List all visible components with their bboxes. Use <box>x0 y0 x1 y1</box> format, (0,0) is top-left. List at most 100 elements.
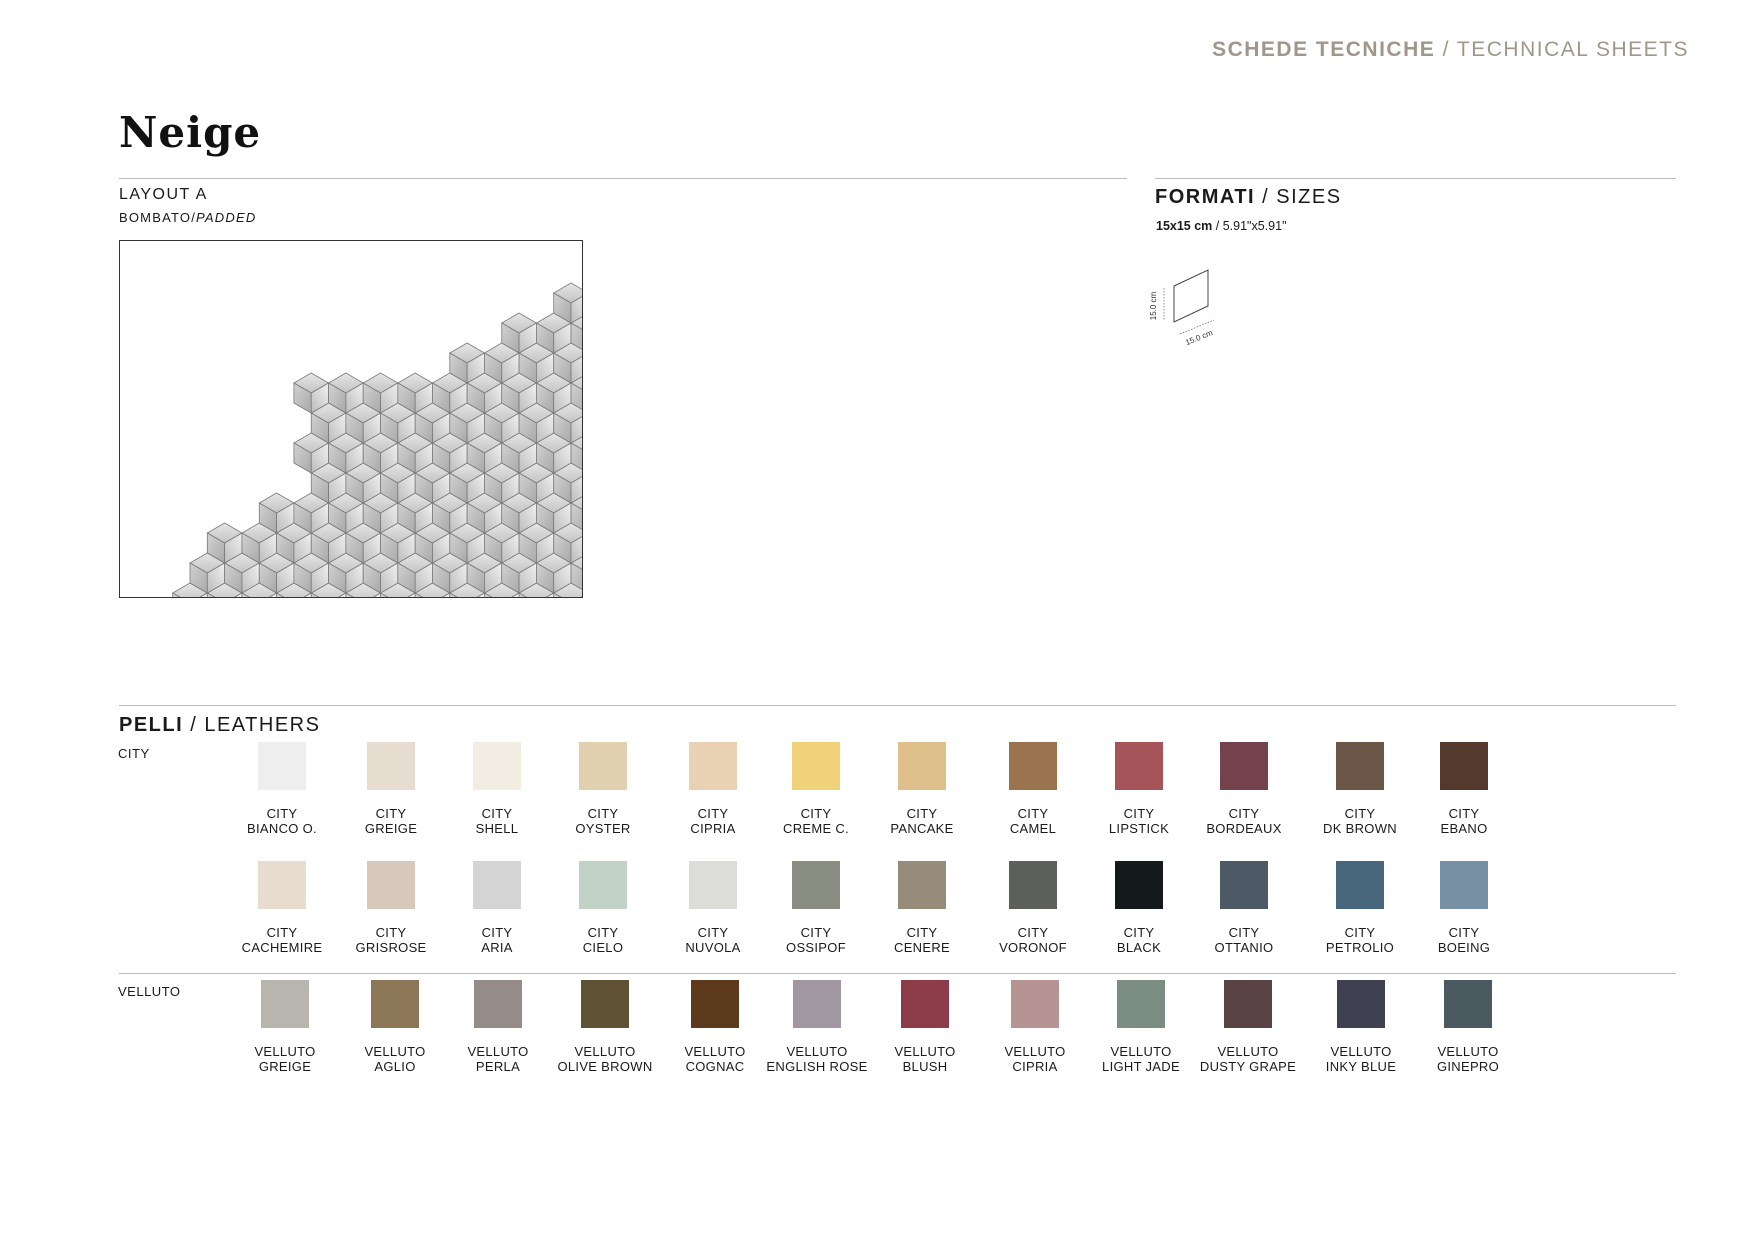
swatch-name-line2: GREIGE <box>258 1059 312 1074</box>
swatch-color-chip <box>792 742 840 790</box>
swatch-name-line2: GREIGE <box>364 821 418 836</box>
swatch-color-chip <box>258 742 306 790</box>
swatch-color-chip <box>691 980 739 1028</box>
swatch-name-line2: ARIA <box>481 940 513 955</box>
swatch-name-line2: BORDEAUX <box>1206 821 1282 836</box>
swatch-name-line2: OLIVE BROWN <box>557 1059 653 1074</box>
swatch-color-chip <box>1009 861 1057 909</box>
dimension-height-label: 15.0 cm <box>1150 291 1158 320</box>
leather-swatch: VELLUTO GINEPRO <box>1403 980 1533 1090</box>
swatch-name-line2: SHELL <box>475 821 519 836</box>
swatch-name-line2: BLACK <box>1116 940 1162 955</box>
swatch-name-line1: CITY <box>1228 925 1260 940</box>
swatch-color-chip <box>1115 861 1163 909</box>
swatch-name-line1: CITY <box>375 806 407 821</box>
swatch-name-line2: CIPRIA <box>690 821 736 836</box>
swatch-name-line1: CITY <box>800 806 832 821</box>
swatch-name: VELLUTO GINEPRO <box>1403 1044 1533 1074</box>
leather-swatch: CITY BOEING <box>1399 861 1529 971</box>
swatch-name-line2: CACHEMIRE <box>241 940 323 955</box>
sizes-title: FORMATI / SIZES <box>1155 186 1342 209</box>
swatch-name-line1: CITY <box>1228 806 1260 821</box>
layout-subtitle: BOMBATO/PADDED <box>119 210 256 225</box>
swatch-color-chip <box>1115 742 1163 790</box>
layout-divider <box>119 178 1127 179</box>
swatch-name-line1: VELLUTO <box>467 1044 529 1059</box>
swatch-name-line2: ENGLISH ROSE <box>766 1059 868 1074</box>
swatch-name-line2: PERLA <box>475 1059 521 1074</box>
swatch-color-chip <box>367 742 415 790</box>
swatch-name-line2: LIPSTICK <box>1108 821 1170 836</box>
swatch-name-line2: CAMEL <box>1009 821 1057 836</box>
tile-outline <box>1173 269 1209 323</box>
swatch-color-chip <box>579 861 627 909</box>
swatch-name-line1: CITY <box>906 925 938 940</box>
leather-swatch: CITY BORDEAUX <box>1179 742 1309 852</box>
swatch-name-line1: CITY <box>1448 925 1480 940</box>
swatch-name-line1: VELLUTO <box>1437 1044 1499 1059</box>
swatch-name-line2: CENERE <box>894 940 950 955</box>
swatch-name-line2: CIELO <box>582 940 624 955</box>
swatch-name-line1: CITY <box>481 806 513 821</box>
swatch-name-line1: VELLUTO <box>1110 1044 1172 1059</box>
swatch-name-line2: VORONOF <box>999 940 1067 955</box>
swatch-color-chip <box>1220 742 1268 790</box>
swatch-name-line1: CITY <box>1344 806 1376 821</box>
tile-size-diagram: 15.0 cm 15.0 cm <box>1150 269 1214 347</box>
swatch-name-line2: GINEPRO <box>1436 1059 1500 1074</box>
swatch-name-line1: CITY <box>1344 925 1376 940</box>
swatch-name-line1: VELLUTO <box>1330 1044 1392 1059</box>
swatch-name-line1: CITY <box>375 925 407 940</box>
swatch-name-line2: DUSTY GRAPE <box>1199 1059 1297 1074</box>
swatch-name-line2: AGLIO <box>374 1059 416 1074</box>
padded-tile-pattern <box>171 282 582 597</box>
leather-swatch: VELLUTO DUSTY GRAPE <box>1183 980 1313 1090</box>
sizes-divider <box>1155 178 1676 179</box>
swatch-name-line1: VELLUTO <box>1217 1044 1279 1059</box>
swatch-name-line1: CITY <box>1123 925 1155 940</box>
size-spec: 15x15 cm / 5.91"x5.91" <box>1156 219 1287 233</box>
swatch-name-line1: VELLUTO <box>894 1044 956 1059</box>
sizes-title-rest: / SIZES <box>1255 186 1342 208</box>
swatch-name-line2: OSSIPOF <box>786 940 846 955</box>
swatch-name-line1: VELLUTO <box>364 1044 426 1059</box>
swatch-name-line2: BOEING <box>1437 940 1491 955</box>
layout-subtitle-strong: BOMBATO/ <box>119 210 197 225</box>
swatch-name-line1: VELLUTO <box>684 1044 746 1059</box>
swatch-color-chip <box>367 861 415 909</box>
swatch-name-line1: CITY <box>266 925 298 940</box>
swatch-name-line2: EBANO <box>1440 821 1488 836</box>
leathers-divider <box>119 705 1676 706</box>
swatch-color-chip <box>1117 980 1165 1028</box>
swatch-name-line1: CITY <box>587 925 619 940</box>
swatch-color-chip <box>901 980 949 1028</box>
swatch-color-chip <box>689 742 737 790</box>
swatch-name-line2: BIANCO O. <box>247 821 317 836</box>
layout-preview <box>119 240 583 598</box>
swatch-color-chip <box>689 861 737 909</box>
swatch-color-chip <box>1440 861 1488 909</box>
swatch-color-chip <box>579 742 627 790</box>
swatch-color-chip <box>581 980 629 1028</box>
swatch-name-line2: COGNAC <box>685 1059 745 1074</box>
swatch-name-line1: CITY <box>1017 925 1049 940</box>
swatch-name-line1: VELLUTO <box>254 1044 316 1059</box>
leather-swatch: CITY EBANO <box>1399 742 1529 852</box>
swatch-name-line1: CITY <box>266 806 298 821</box>
swatch-name: CITY OTTANIO <box>1179 925 1309 955</box>
swatch-name: VELLUTO DUSTY GRAPE <box>1183 1044 1313 1074</box>
swatch-name-line1: VELLUTO <box>1004 1044 1066 1059</box>
swatch-color-chip <box>792 861 840 909</box>
swatch-color-chip <box>473 742 521 790</box>
group-label-city: CITY <box>118 746 150 761</box>
swatch-name-line1: CITY <box>1017 806 1049 821</box>
swatch-color-chip <box>1220 861 1268 909</box>
swatch-name-line2: BLUSH <box>902 1059 948 1074</box>
size-cm: 15x15 cm <box>1156 219 1213 233</box>
swatch-color-chip <box>258 861 306 909</box>
swatch-name: CITY EBANO <box>1399 806 1529 836</box>
leathers-title-rest: / LEATHERS <box>183 714 321 736</box>
swatch-name-line2: LIGHT JADE <box>1102 1059 1180 1074</box>
swatch-name-line1: VELLUTO <box>786 1044 848 1059</box>
sizes-title-strong: FORMATI <box>1155 186 1256 208</box>
